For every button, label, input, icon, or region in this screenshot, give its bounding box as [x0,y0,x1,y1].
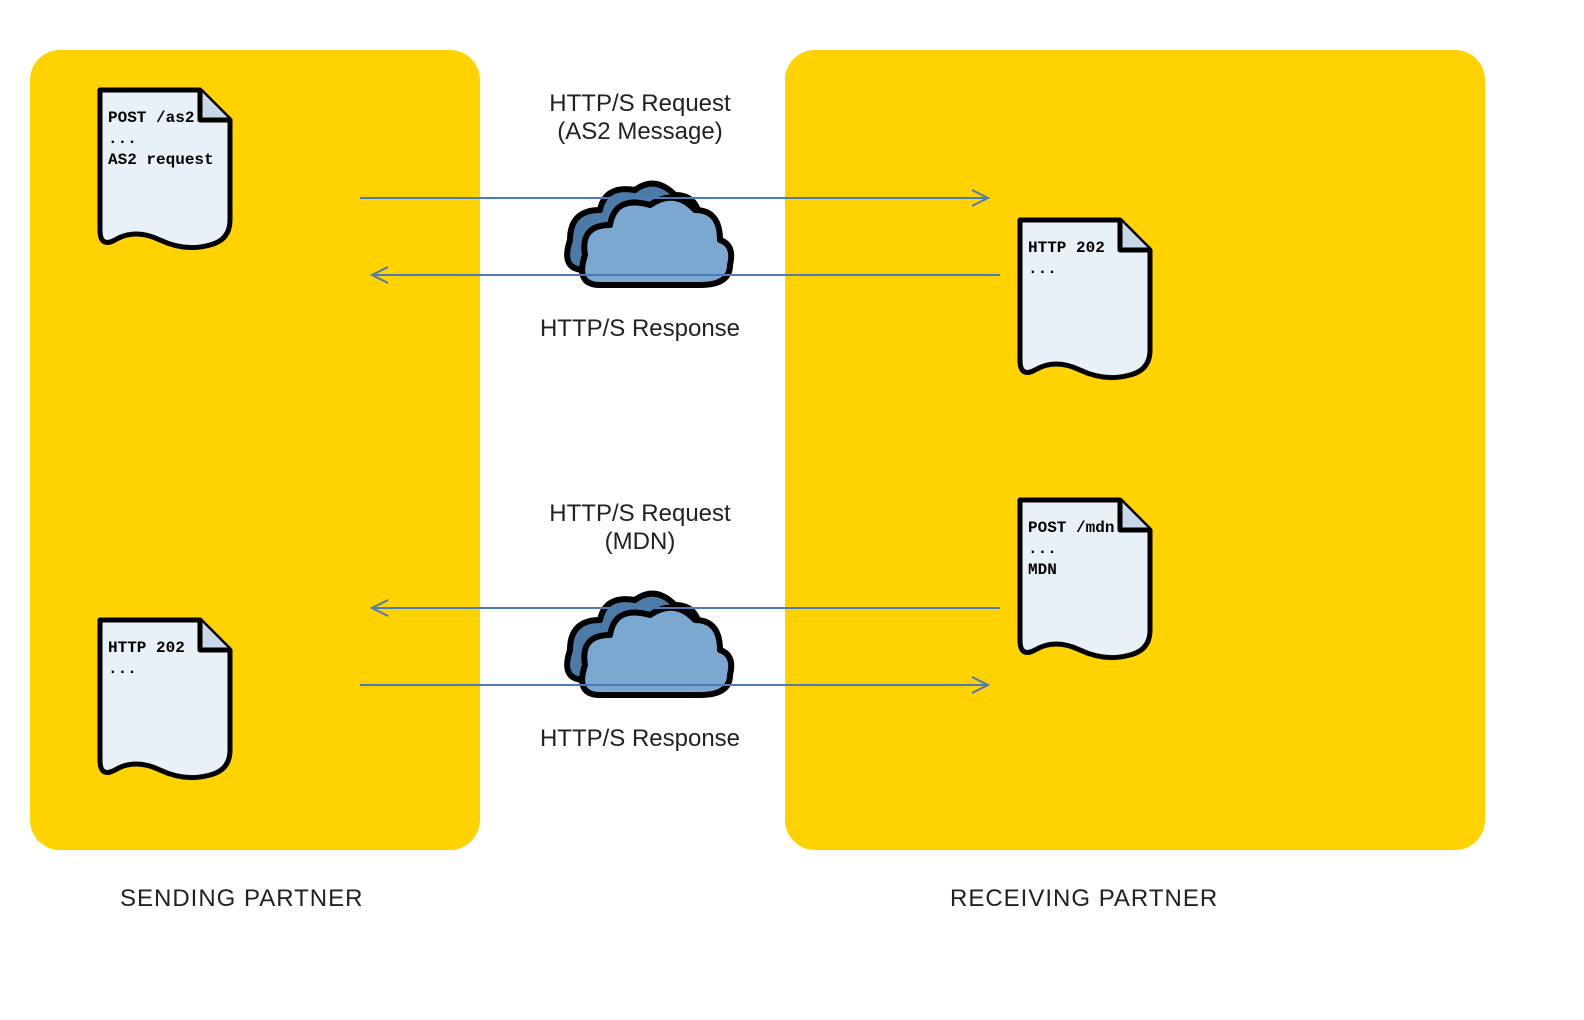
receiving-partner-label: RECEIVING PARTNER [950,885,1218,913]
arrow-mdn-request [360,598,1000,618]
arrow-as2-response [360,265,1000,285]
flow-label-line2: (AS2 Message) [490,118,790,146]
document-http202-bottom: HTTP 202 ... [90,610,240,790]
sending-partner-label: SENDING PARTNER [120,885,363,913]
document-text: HTTP 202 ... [108,638,185,680]
flow-label-line1: HTTP/S Request [549,500,730,527]
document-mdn-request: POST /mdn ... MDN [1010,490,1160,670]
arrow-mdn-response [360,675,1000,695]
document-http202-top: HTTP 202 ... [1010,210,1160,390]
flow-label-top-response: HTTP/S Response [490,315,790,343]
flow-label-bottom-request: HTTP/S Request (MDN) [490,500,790,556]
arrow-as2-request [360,188,1000,208]
document-icon [90,610,240,790]
flow-label-line1: HTTP/S Request [549,90,730,117]
document-text: POST /as2 ... AS2 request [108,108,214,170]
flow-label-line2: (MDN) [490,528,790,556]
document-as2-request: POST /as2 ... AS2 request [90,80,240,260]
flow-label-bottom-response: HTTP/S Response [490,725,790,753]
document-text: HTTP 202 ... [1028,238,1105,280]
flow-label-top-request: HTTP/S Request (AS2 Message) [490,90,790,146]
receiving-partner-panel [785,50,1485,850]
document-text: POST /mdn ... MDN [1028,518,1114,580]
document-icon [1010,210,1160,390]
